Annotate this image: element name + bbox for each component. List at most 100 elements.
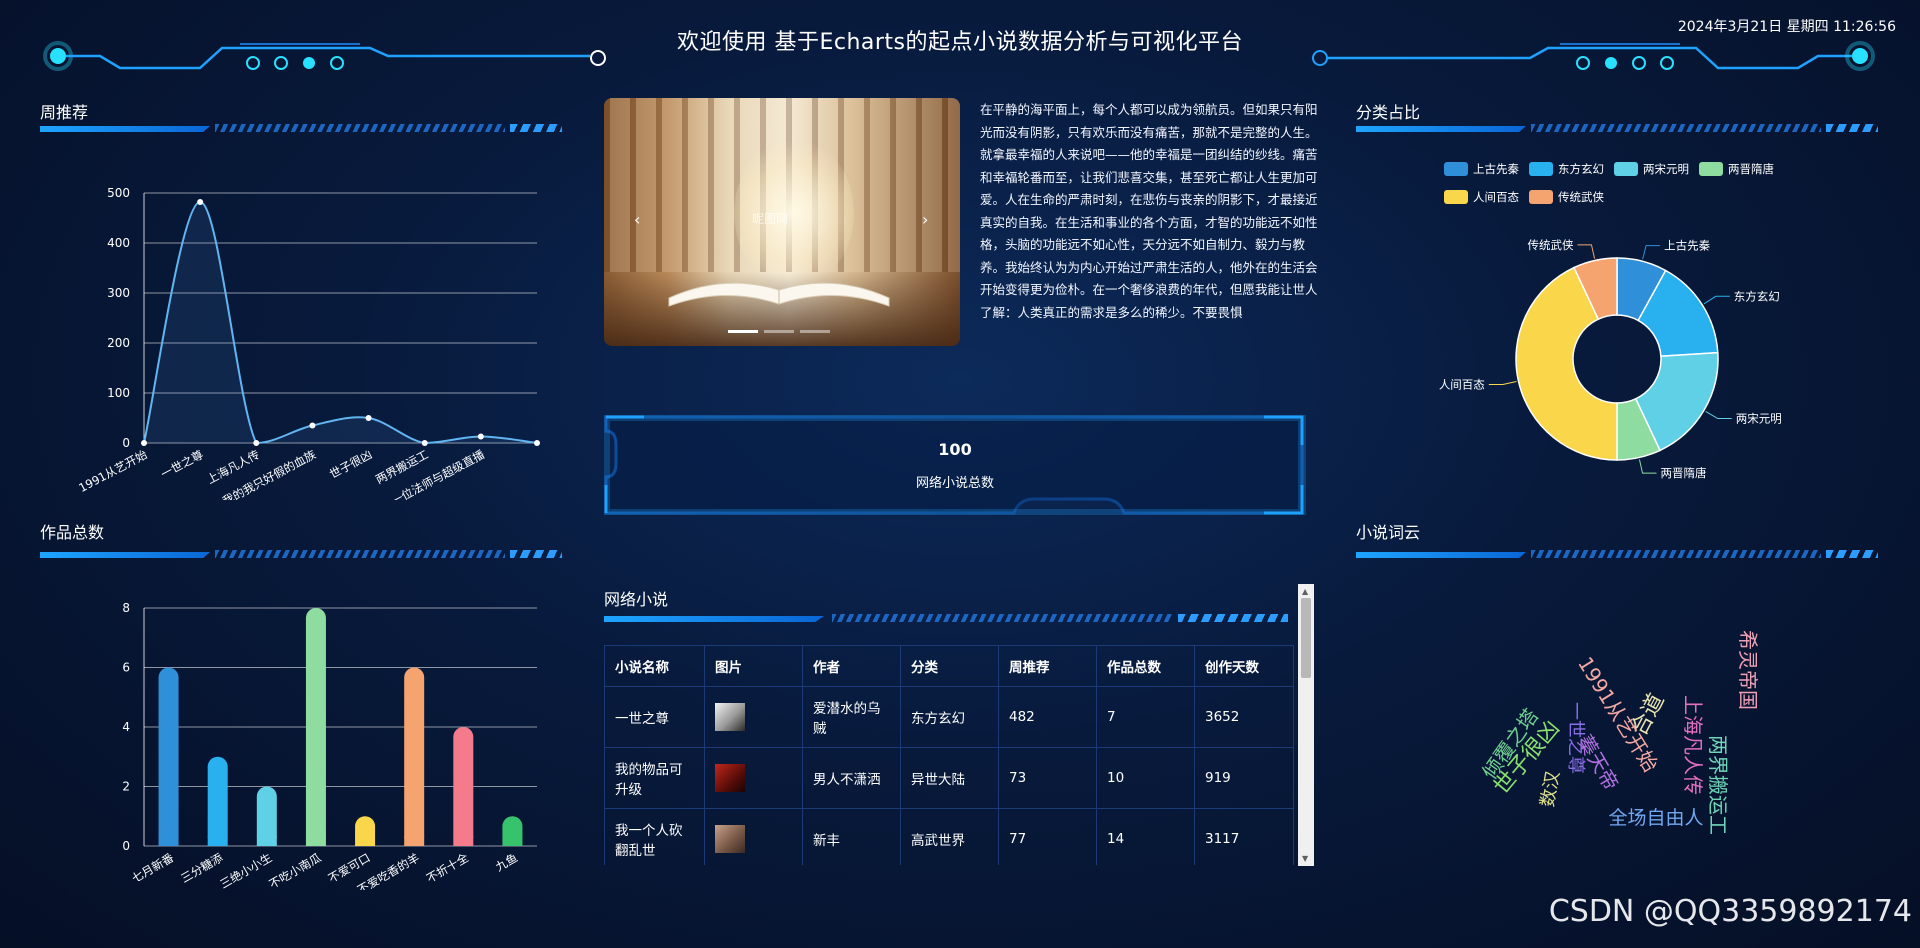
legend-swatch <box>1444 190 1468 204</box>
carousel-prev-button[interactable]: ‹ <box>634 210 640 229</box>
novel-count-value: 100 <box>938 440 972 459</box>
category-share-title: 分类占比 <box>1356 103 1421 122</box>
legend-swatch <box>1529 190 1553 204</box>
x-tick-label: 一世之尊 <box>158 447 205 481</box>
x-tick-label: 九鱼 <box>493 850 520 874</box>
carousel-indicator-3[interactable] <box>800 330 830 333</box>
works-total-title-bar <box>40 550 562 560</box>
table-row[interactable]: 我一个人砍翻乱世 新丰 高武世界 77 14 3117 <box>604 808 1294 865</box>
bar-base <box>207 836 228 846</box>
slice-label-line <box>1703 295 1730 305</box>
cell-days: 919 <box>1194 747 1294 809</box>
cell-category: 异世大陆 <box>900 747 999 809</box>
legend-label: 两晋隋唐 <box>1728 162 1774 176</box>
legend-item[interactable]: 两宋元明 <box>1614 156 1689 182</box>
legend-item[interactable]: 传统武侠 <box>1529 184 1604 210</box>
cell-name: 一世之尊 <box>604 686 705 748</box>
scrollbar-thumb[interactable] <box>1301 598 1311 678</box>
column-header-author: 作者 <box>802 645 901 687</box>
data-point <box>197 199 204 205</box>
column-header-name: 小说名称 <box>604 645 705 687</box>
slice-label: 两宋元明 <box>1736 412 1782 426</box>
data-point <box>365 415 372 421</box>
data-point <box>253 440 260 446</box>
cell-works: 10 <box>1096 747 1195 809</box>
bar-base <box>158 836 179 846</box>
table-scrollbar[interactable]: ▲ ▼ <box>1298 584 1314 866</box>
bar-base <box>355 836 376 846</box>
cell-weekly: 482 <box>998 686 1097 748</box>
legend-swatch <box>1614 162 1638 176</box>
x-tick-label: 三绝小小生 <box>218 850 275 890</box>
novel-table-container[interactable]: 小说名称 图片 作者 分类 周推荐 作品总数 创作天数 一世之尊 爱潜水的乌贼 … <box>604 645 1294 865</box>
x-tick-label: 七月新番 <box>129 850 176 885</box>
novel-table-title: 网络小说 <box>604 590 669 609</box>
novel-word-cloud: 希灵帝国两界搬运工上海凡人传合道1991从艺开始一世之尊倾覆之塔世子很凶数汉 蓁天… <box>1477 630 1760 835</box>
legend-swatch <box>1529 162 1553 176</box>
y-tick-label: 4 <box>122 720 130 734</box>
slice-label-line <box>1577 244 1596 259</box>
word-cloud-term: 上海凡人传 <box>1681 695 1705 795</box>
slice-label: 上古先秦 <box>1664 239 1710 253</box>
carousel-indicator-2[interactable] <box>764 330 794 333</box>
y-tick-label: 200 <box>107 336 130 350</box>
word-cloud-title: 小说词云 <box>1356 523 1421 542</box>
legend-item[interactable]: 东方玄幻 <box>1529 156 1604 182</box>
bar <box>158 667 179 846</box>
scroll-up-arrow[interactable]: ▲ <box>1302 587 1308 596</box>
legend-item[interactable]: 人间百态 <box>1444 184 1519 210</box>
cell-weekly: 73 <box>998 747 1097 809</box>
x-tick-label: 1991从艺开始 <box>76 447 149 495</box>
table-row[interactable]: 我的物品可升级 男人不潇洒 异世大陆 73 10 919 <box>604 747 1294 809</box>
weekly-recommend-line-chart: 01002003004005001991从艺开始 一世之尊上海凡人传我的我只好假的… <box>76 186 540 500</box>
slice-label-line <box>1488 380 1517 386</box>
legend-item[interactable]: 上古先秦 <box>1444 156 1519 182</box>
bar <box>207 756 228 846</box>
y-tick-label: 8 <box>122 601 130 615</box>
word-cloud-term: 数汉 <box>1537 769 1564 808</box>
cell-image <box>704 808 803 865</box>
slice-label: 两晋隋唐 <box>1661 466 1707 480</box>
carousel-next-button[interactable]: › <box>922 210 928 229</box>
bar <box>404 667 425 846</box>
column-header-weekly: 周推荐 <box>998 645 1097 687</box>
legend-label: 东方玄幻 <box>1558 162 1604 176</box>
y-tick-label: 0 <box>122 839 130 853</box>
carousel-indicator-1[interactable] <box>728 330 758 333</box>
scroll-down-arrow[interactable]: ▼ <box>1302 854 1308 863</box>
bar-base <box>404 836 425 846</box>
category-donut-chart: 上古先秦东方玄幻两宋元明两晋隋唐 人间百态 传统武侠 <box>1439 238 1782 480</box>
column-header-works: 作品总数 <box>1096 645 1195 687</box>
bar-base <box>502 836 523 846</box>
x-tick-label: 世子很凶 <box>327 447 374 481</box>
column-header-image: 图片 <box>704 645 803 687</box>
data-point <box>477 433 484 440</box>
y-tick-label: 400 <box>107 236 130 250</box>
cell-name: 我一个人砍翻乱世 <box>604 808 705 865</box>
image-carousel[interactable]: 昵图网 ‹ › <box>604 98 960 346</box>
novel-count-label: 网络小说总数 <box>915 476 994 491</box>
bar <box>453 727 474 846</box>
novel-cover-image <box>715 825 745 853</box>
word-cloud-term: 全场自由人 <box>1608 807 1703 829</box>
works-total-title: 作品总数 <box>40 523 105 542</box>
data-point <box>421 440 428 446</box>
word-cloud-title-bar <box>1356 550 1878 560</box>
legend-item[interactable]: 两晋隋唐 <box>1699 156 1774 182</box>
x-tick-label: 不吃小南瓜 <box>267 850 324 890</box>
datetime-display: 2024年3月21日 星期四 11:26:56 <box>1677 19 1896 35</box>
table-header-row: 小说名称 图片 作者 分类 周推荐 作品总数 创作天数 <box>604 645 1294 687</box>
carousel-watermark: 昵图网 <box>752 212 789 226</box>
bar <box>305 608 326 846</box>
y-tick-label: 300 <box>107 286 130 300</box>
x-tick-label: 不折十全 <box>424 850 471 885</box>
cell-category: 东方玄幻 <box>900 686 999 748</box>
cell-image <box>704 686 803 748</box>
y-tick-label: 0 <box>122 436 130 450</box>
y-tick-label: 500 <box>107 186 130 200</box>
cell-image <box>704 747 803 809</box>
novel-table: 小说名称 图片 作者 分类 周推荐 作品总数 创作天数 一世之尊 爱潜水的乌贼 … <box>604 645 1294 865</box>
cell-days: 3117 <box>1194 808 1294 865</box>
table-row[interactable]: 一世之尊 爱潜水的乌贼 东方玄幻 482 7 3652 <box>604 686 1294 748</box>
novel-count-frame <box>604 415 1306 515</box>
